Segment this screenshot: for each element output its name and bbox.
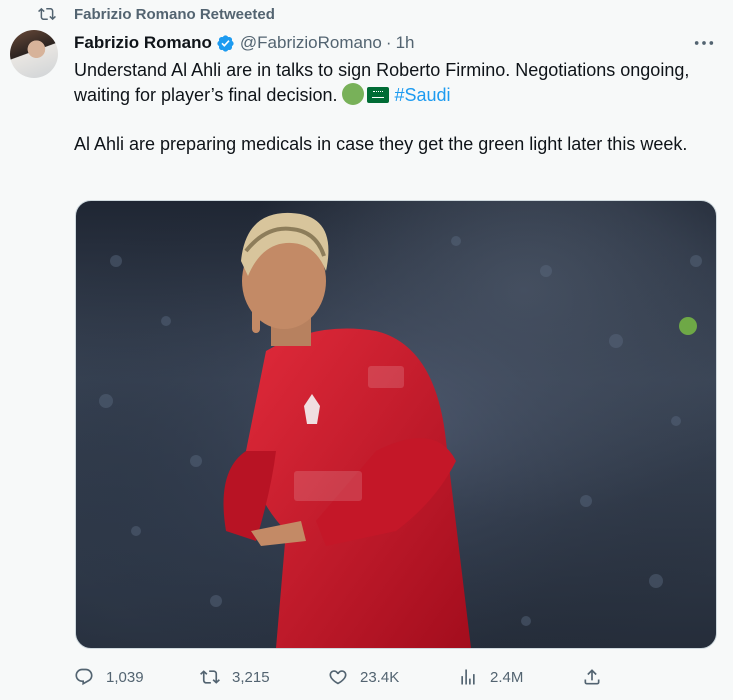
retweet-button[interactable]: 3,215 — [200, 667, 270, 687]
tweet-paragraph-1: Understand Al Ahli are in talks to sign … — [74, 58, 714, 108]
tweet-header: Fabrizio Romano @FabrizioRomano · 1h — [74, 32, 723, 54]
retweet-context-label[interactable]: Fabrizio Romano Retweeted — [74, 6, 275, 23]
share-icon — [584, 669, 600, 685]
tweet-media-image[interactable] — [75, 200, 717, 649]
share-button[interactable] — [582, 667, 614, 687]
analytics-icon — [461, 669, 475, 685]
view-count: 2.4M — [490, 668, 524, 686]
like-count: 23.4K — [360, 668, 400, 686]
header-separator: · — [385, 33, 392, 52]
author-handle[interactable]: @FabrizioRomano — [240, 33, 382, 53]
player-photo — [76, 201, 716, 648]
reply-count: 1,039 — [106, 668, 144, 686]
tweet-card[interactable]: Fabrizio Romano Retweeted Fabrizio Roman… — [0, 0, 733, 700]
reply-button[interactable]: 1,039 — [74, 667, 144, 687]
like-button[interactable]: 23.4K — [328, 667, 399, 687]
green-circle-icon — [342, 83, 365, 105]
tweet-actions: 1,039 3,215 23.4K 2.4M — [74, 664, 634, 690]
retweet-count: 3,215 — [232, 668, 270, 686]
tweet-paragraph-2: Al Ahli are preparing medicals in case t… — [74, 134, 688, 154]
retweet-context: Fabrizio Romano Retweeted — [38, 5, 275, 23]
author-name[interactable]: Fabrizio Romano — [74, 33, 212, 53]
retweet-context-icon — [38, 7, 56, 21]
reply-icon — [75, 668, 93, 686]
more-options-icon[interactable] — [693, 34, 715, 52]
views-button[interactable]: 2.4M — [458, 667, 523, 687]
heart-icon — [329, 670, 347, 685]
verified-badge-icon[interactable] — [216, 34, 235, 53]
retweet-icon — [200, 670, 220, 684]
author-avatar[interactable] — [10, 30, 58, 78]
tweet-timestamp[interactable]: 1h — [396, 33, 415, 53]
tweet-text: Understand Al Ahli are in talks to sign … — [74, 58, 714, 157]
saudi-flag-icon — [367, 87, 390, 103]
hashtag-link[interactable]: #Saudi — [394, 85, 450, 105]
